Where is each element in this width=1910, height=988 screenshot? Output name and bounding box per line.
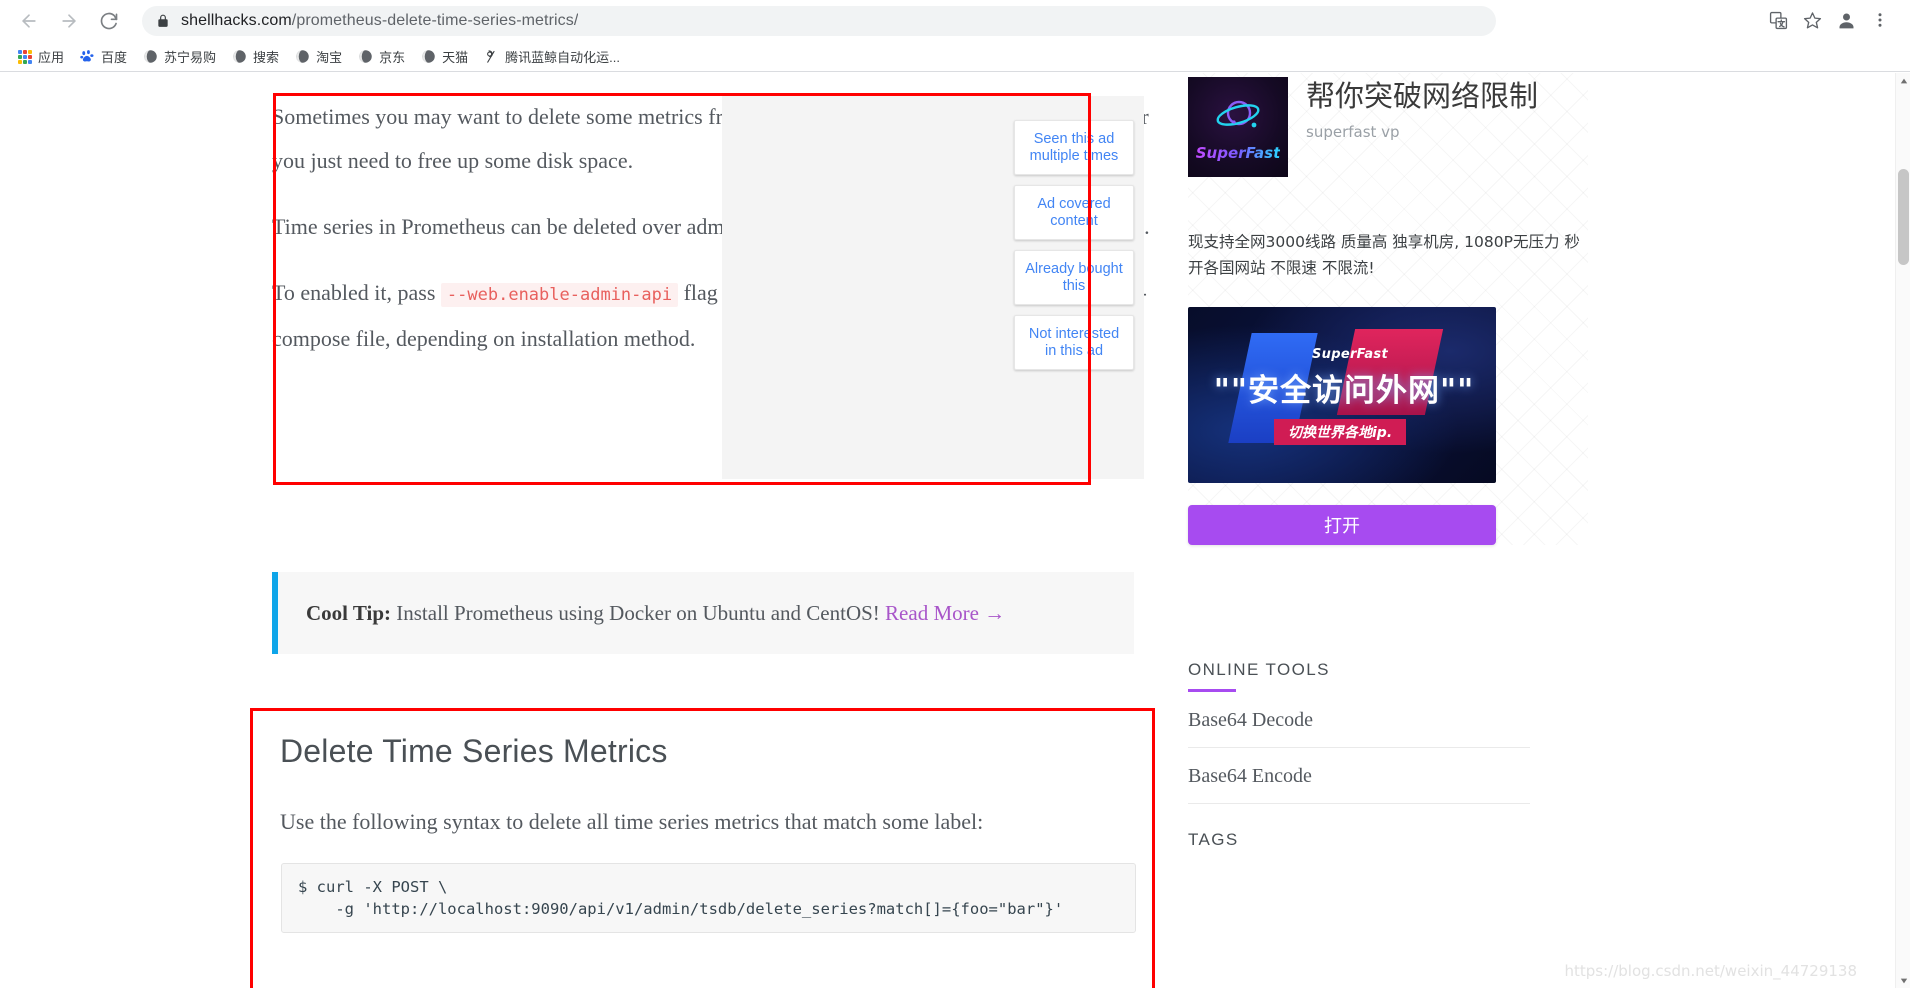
- scrollbar-thumb[interactable]: [1898, 169, 1909, 265]
- globe-icon: [295, 49, 310, 64]
- translate-icon[interactable]: [1762, 4, 1794, 36]
- page-scrollbar[interactable]: [1895, 73, 1910, 988]
- banner-headline-text: ""安全访问外网"": [1213, 373, 1475, 409]
- csdn-watermark: https://blog.csdn.net/weixin_44729138: [1564, 962, 1857, 980]
- apps-grid-icon: [18, 49, 32, 64]
- page-content: Sometimes you may want to delete some me…: [0, 73, 1895, 988]
- bookmarks-bar: 应用 百度 苏宁易购 搜索 淘宝 京东 天猫 腾讯蓝鲸自动化运...: [0, 42, 1910, 72]
- bookmark-item-tencent[interactable]: 腾讯蓝鲸自动化运...: [476, 44, 628, 69]
- code-block-curl-delete-series[interactable]: $ curl -X POST \ -g 'http://localhost:90…: [281, 863, 1136, 933]
- bookmark-label: 百度: [101, 50, 128, 65]
- tool-link-base64-encode[interactable]: Base64 Encode: [1188, 748, 1530, 804]
- inline-code-admin-api: --web.enable-admin-api: [440, 283, 679, 307]
- section-heading-delete-time-series: Delete Time Series Metrics: [280, 733, 668, 769]
- bookmark-label: 淘宝: [316, 50, 343, 65]
- cool-tip-read-more-link[interactable]: Read More →: [885, 601, 1005, 625]
- feedback-ad-covered-content-button[interactable]: Ad covered content: [1014, 185, 1134, 240]
- bookmark-label: 天猫: [442, 50, 469, 65]
- profile-avatar-icon[interactable]: [1830, 4, 1862, 36]
- page-viewport: Sometimes you may want to delete some me…: [0, 73, 1910, 988]
- cool-tip-label: Cool Tip:: [306, 600, 392, 625]
- bookmark-item-jd[interactable]: 京东: [350, 44, 413, 69]
- forward-button[interactable]: [52, 4, 86, 38]
- sidebar-ad-card[interactable]: SuperFast 帮你突破网络限制 superfast vp 现支持全网300…: [1188, 73, 1588, 545]
- scroll-down-arrow-icon[interactable]: [1896, 973, 1910, 988]
- baidu-icon: [80, 49, 95, 64]
- scroll-up-arrow-icon[interactable]: [1896, 73, 1910, 88]
- url-path: /prometheus-delete-time-series-metrics/: [291, 12, 579, 29]
- toolbar-actions: [1762, 4, 1896, 36]
- browser-toolbar: shellhacks.com/prometheus-delete-time-se…: [0, 0, 1910, 42]
- bookmark-item-tmall[interactable]: 天猫: [413, 44, 476, 69]
- globe-icon: [421, 49, 436, 64]
- ad-open-button[interactable]: 打开: [1188, 505, 1496, 545]
- ad-banner-image[interactable]: SuperFast ""安全访问外网"" 切换世界各地ip.: [1188, 307, 1496, 483]
- paragraph-enable-flag-before: To enabled it, pass: [272, 280, 436, 305]
- bookmark-item-apps[interactable]: 应用: [10, 44, 72, 69]
- ad-headline-group: 帮你突破网络限制 superfast vp: [1306, 77, 1538, 141]
- bookmark-label: 腾讯蓝鲸自动化运...: [505, 50, 620, 65]
- ad-feedback-buttons: Seen this ad multiple times Ad covered c…: [1014, 120, 1134, 370]
- bookmark-label: 搜索: [253, 50, 280, 65]
- tencent-icon: [484, 49, 499, 64]
- saturn-glyph-icon: [1210, 97, 1266, 142]
- online-tools-heading: ONLINE TOOLS: [1188, 660, 1330, 679]
- reload-button[interactable]: [92, 4, 126, 38]
- superfast-logo-icon: SuperFast: [1188, 77, 1288, 177]
- cool-tip-body: Install Prometheus using Docker on Ubunt…: [396, 600, 880, 625]
- banner-brand-text: SuperFast: [1312, 347, 1388, 362]
- ad-header: SuperFast 帮你突破网络限制 superfast vp: [1188, 73, 1588, 177]
- right-sidebar: SuperFast 帮你突破网络限制 superfast vp 现支持全网300…: [1188, 73, 1608, 850]
- bookmark-label: 应用: [38, 50, 65, 65]
- back-button[interactable]: [12, 4, 46, 38]
- tool-link-base64-decode[interactable]: Base64 Decode: [1188, 692, 1530, 748]
- feedback-not-interested-button[interactable]: Not interested in this ad: [1014, 315, 1134, 370]
- bookmark-label: 京东: [379, 50, 406, 65]
- bookmark-item-suning[interactable]: 苏宁易购: [135, 44, 224, 69]
- url-text: shellhacks.com/prometheus-delete-time-se…: [181, 12, 578, 30]
- address-bar[interactable]: shellhacks.com/prometheus-delete-time-se…: [142, 6, 1496, 36]
- tags-heading: TAGS: [1188, 830, 1239, 849]
- globe-icon: [143, 49, 158, 64]
- feedback-already-bought-button[interactable]: Already bought this: [1014, 250, 1134, 305]
- ad-title: 帮你突破网络限制: [1306, 79, 1539, 113]
- url-domain: shellhacks.com: [181, 12, 292, 29]
- bookmark-item-taobao[interactable]: 淘宝: [287, 44, 350, 69]
- bookmark-label: 苏宁易购: [164, 50, 217, 65]
- bookmark-item-search[interactable]: 搜索: [224, 44, 287, 69]
- superfast-wordmark: SuperFast: [1195, 143, 1281, 162]
- chrome-menu-icon[interactable]: [1864, 4, 1896, 36]
- ad-advertiser: superfast vp: [1306, 123, 1400, 141]
- cool-tip-text: Cool Tip: Install Prometheus using Docke…: [306, 601, 1005, 626]
- globe-icon: [232, 49, 247, 64]
- bookmark-item-baidu[interactable]: 百度: [72, 44, 135, 69]
- lock-icon: [156, 14, 170, 28]
- bookmark-star-icon[interactable]: [1796, 4, 1828, 36]
- browser-window: shellhacks.com/prometheus-delete-time-se…: [0, 0, 1910, 988]
- feedback-seen-multiple-times-button[interactable]: Seen this ad multiple times: [1014, 120, 1134, 175]
- ad-feedback-panel: Seen this ad multiple times Ad covered c…: [722, 96, 1144, 479]
- cool-tip-callout: Cool Tip: Install Prometheus using Docke…: [272, 572, 1134, 654]
- paragraph-syntax-intro: Use the following syntax to delete all t…: [280, 809, 984, 834]
- banner-tagline-text: 切换世界各地ip.: [1274, 419, 1407, 445]
- globe-icon: [358, 49, 373, 64]
- ad-description: 现支持全网3000线路 质量高 独享机房, 1080P无压力 秒开各国网站 不限…: [1188, 233, 1580, 277]
